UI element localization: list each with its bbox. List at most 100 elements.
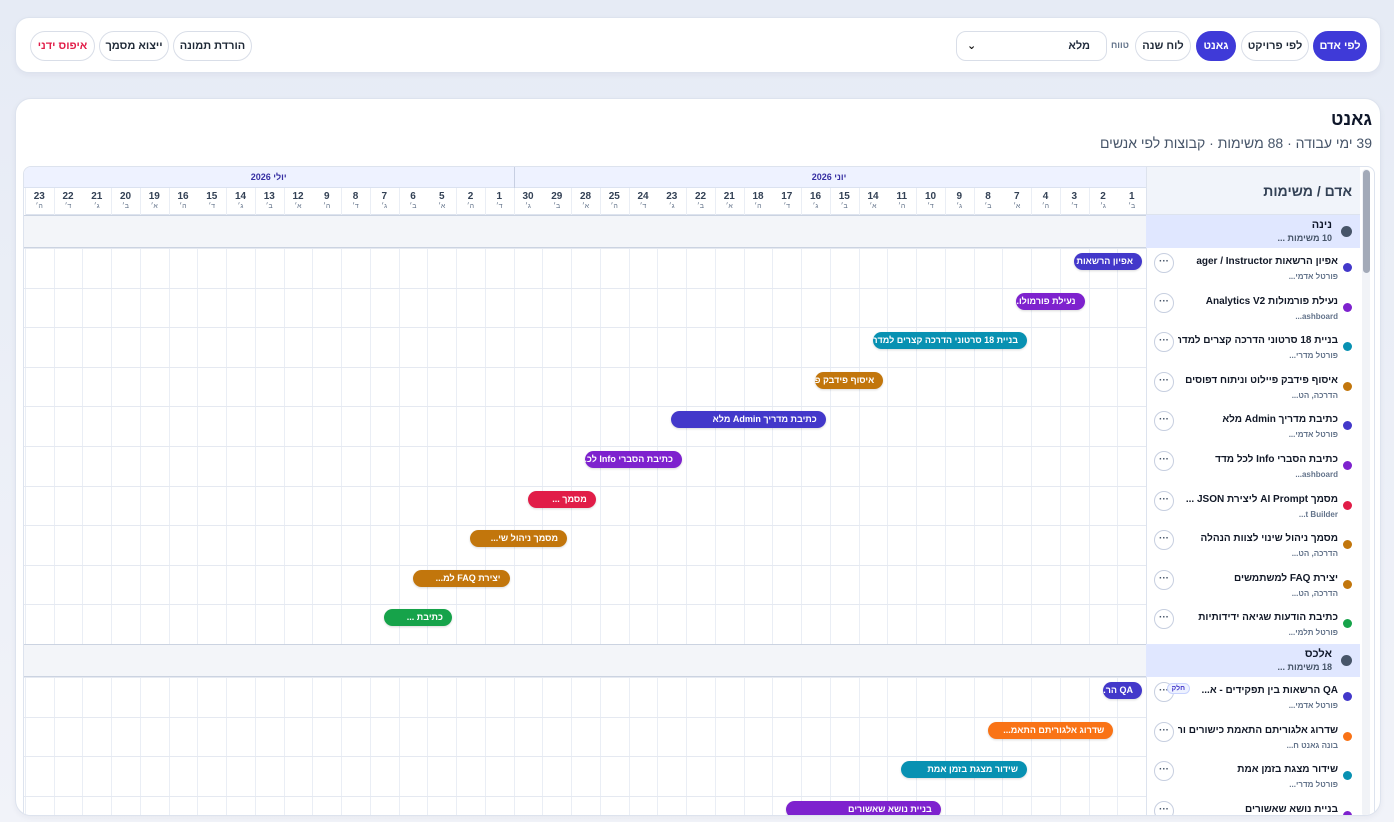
more-options-button[interactable]: ··· [1154, 371, 1174, 392]
row-divider [24, 327, 1146, 329]
group-color-dot [1341, 226, 1352, 237]
day-number: 1 [496, 191, 503, 202]
task-bar[interactable]: יצירת FAQ למ... [412, 569, 510, 587]
weekday-label: א׳ [869, 203, 877, 210]
grid-column-line [24, 188, 26, 815]
task-row-label[interactable]: כתיבת הסברי Info לכל מדד ashboard... ··· [1146, 446, 1360, 485]
row-divider [24, 446, 1146, 447]
day-header-cell: 13 ב׳ [254, 188, 284, 215]
gantt-view-button[interactable]: גאנט [1196, 31, 1236, 61]
manual-reset-button[interactable]: איפוס ידני [30, 31, 95, 61]
task-row-label[interactable]: כתיבת הודעות שגיאה ידידותיות פורטל תלמי..… [1146, 604, 1360, 644]
task-bar[interactable]: שדרוג אלגוריתם התאמ... [987, 721, 1114, 739]
more-options-button[interactable]: ··· [1154, 530, 1174, 551]
task-row-label[interactable]: בניית נושא שאשורים ··· [1146, 795, 1360, 815]
task-bar[interactable]: מסמך ... [527, 490, 596, 508]
day-number: 3 [1071, 191, 1078, 202]
year-board-button[interactable]: לוח שנה [1135, 31, 1191, 61]
day-header-cell: 5 א׳ [427, 188, 457, 215]
task-project: ashboard... [1295, 311, 1338, 321]
scrollbar-thumb[interactable] [1363, 170, 1370, 273]
task-project: t Builder... [1298, 509, 1338, 519]
task-bar[interactable]: QA הר... [1102, 682, 1142, 699]
group-header[interactable]: נינה 10 משימות ... [1146, 215, 1360, 248]
task-row-label[interactable]: אפיון הרשאות ager / Instructor פורטל אדמי… [1146, 248, 1360, 287]
by-project-button[interactable]: לפי פרויקט [1241, 31, 1309, 61]
weekday-label: א׳ [725, 203, 733, 210]
task-bar[interactable]: מסמך ניהול שי... [470, 530, 567, 548]
group-name: אלכס [1304, 648, 1332, 660]
day-number: 8 [985, 191, 991, 202]
row-divider [24, 287, 1146, 289]
weekday-label: ד׳ [495, 203, 503, 210]
task-row-label[interactable]: בניית 18 סרטוני הדרכה קצרים למדר... פורטל… [1146, 327, 1360, 367]
task-bar[interactable]: בניית 18 סרטוני הדרכה קצרים למדריכות [872, 332, 1027, 350]
more-options-button[interactable]: ··· [1154, 253, 1174, 273]
weekday-label: ד׳ [352, 203, 359, 210]
grid-column-line [369, 188, 371, 815]
download-image-button[interactable]: הורדת תמונה [173, 31, 252, 61]
day-number: 21 [91, 191, 103, 202]
range-select[interactable]: מלא ⌄ [956, 31, 1107, 61]
task-title: בניית נושא שאשורים [1244, 803, 1338, 815]
by-person-button[interactable]: לפי אדם [1313, 31, 1367, 61]
export-document-button[interactable]: ייצוא מסמך [99, 31, 169, 61]
weekday-label: א׳ [294, 203, 302, 210]
task-row-label[interactable]: כתיבת מדריך Admin מלא פורטל אדמי... ··· [1146, 406, 1360, 446]
task-row-label[interactable]: שידור מצגת בזמן אמת פורטל מדרי... ··· [1146, 756, 1360, 796]
task-title: איסוף פידבק פיילוט וניתוח דפוסים [1185, 374, 1338, 386]
task-bar[interactable]: בניית נושא שאשורים [786, 800, 941, 815]
task-row-label[interactable]: נעילת פורמולות Analytics V2 ashboard... ··… [1146, 287, 1360, 327]
more-options-button[interactable]: ··· [1154, 332, 1174, 353]
task-bar[interactable]: כתיבת ... [383, 609, 452, 627]
row-divider [24, 756, 1146, 758]
weekday-label: ג׳ [525, 203, 531, 210]
more-options-button[interactable]: ··· [1154, 411, 1174, 432]
task-bar[interactable]: כתיבת הסברי Info לכ... [585, 451, 682, 468]
card-title: גאנט [1330, 109, 1372, 129]
task-row-label[interactable]: מסמך AI Prompt ליצירת JSON ... t Builder.… [1146, 485, 1360, 525]
day-header-cell: 18 ה׳ [743, 188, 773, 215]
day-number: 22 [62, 191, 74, 202]
grid-column-line [973, 188, 975, 815]
day-number: 24 [637, 191, 649, 202]
task-bar[interactable]: שידור מצגת בזמן אמת [901, 761, 1027, 779]
task-row-label[interactable]: שדרוג אלגוריתם התאמת כישורים ור... בונה ג… [1146, 716, 1360, 756]
more-options-button[interactable]: ··· [1154, 721, 1174, 742]
more-options-button[interactable]: ··· [1154, 292, 1174, 313]
day-header-cell: 12 א׳ [283, 188, 313, 215]
task-row-label[interactable]: יצירת FAQ למשתמשים הדרכה, הט... ··· [1146, 564, 1360, 604]
more-options-button[interactable]: ··· [1154, 761, 1174, 782]
task-color-dot [1343, 731, 1352, 741]
day-number: 19 [148, 191, 160, 202]
task-row-label[interactable]: איסוף פידבק פיילוט וניתוח דפוסים הדרכה, ה… [1146, 366, 1360, 406]
chevron-down-icon: ⌄ [967, 40, 977, 52]
day-header-cell: 6 ב׳ [398, 188, 428, 215]
task-color-dot [1343, 619, 1352, 629]
task-bar[interactable]: איסוף פידבק פי... [815, 371, 884, 389]
weekday-label: ד׳ [208, 203, 216, 210]
group-header[interactable]: אלכס 18 משימות ... [1146, 644, 1360, 677]
more-options-button[interactable]: ··· [1154, 569, 1174, 590]
weekday-label: ב׳ [553, 203, 561, 210]
more-options-button[interactable]: ··· [1154, 490, 1174, 511]
task-title: שידור מצגת בזמן אמת [1237, 764, 1338, 776]
weekday-label: ג׳ [668, 203, 675, 210]
day-header-cell: 16 ה׳ [168, 188, 198, 215]
more-options-button[interactable]: ··· [1154, 800, 1174, 815]
task-bar[interactable]: אפיון הרשאות ... [1073, 253, 1142, 270]
task-bar[interactable]: כתיבת מדריך Admin מלא [671, 411, 826, 429]
row-divider [24, 564, 1146, 566]
task-row-label[interactable]: מסמך ניהול שינוי לצוות הנהלה הדרכה, הט...… [1146, 525, 1360, 565]
grid-column-line [599, 188, 601, 815]
day-header-cell: 11 ה׳ [887, 188, 917, 215]
more-options-button[interactable]: ··· [1154, 609, 1174, 630]
task-row-label[interactable]: QA הרשאות בין תפקידים - א... פורטל אדמי..… [1146, 677, 1360, 716]
day-number: 25 [608, 191, 620, 202]
grid-column-line [628, 188, 630, 815]
task-title: כתיבת מדריך Admin מלא [1222, 414, 1338, 426]
task-bar[interactable]: נעילת פורמולו... [1016, 292, 1085, 310]
day-header-cell: 30 ג׳ [513, 188, 543, 215]
grid-column-line [772, 188, 774, 815]
more-options-button[interactable]: ··· [1154, 451, 1174, 471]
